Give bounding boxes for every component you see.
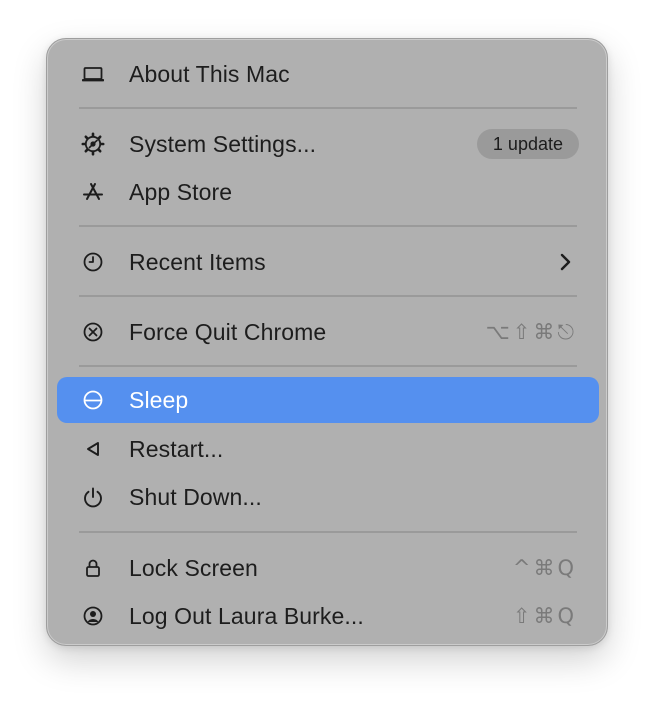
menu-separator [79, 295, 577, 297]
keyboard-shortcut: ^⌘Q [512, 556, 577, 580]
power-icon [81, 485, 105, 509]
menu-item-lock-screen[interactable]: Lock Screen ^⌘Q [57, 545, 599, 591]
menu-item-label: Sleep [129, 387, 189, 413]
menu-item-force-quit[interactable]: Force Quit Chrome ⌥⇧⌘⎋ [57, 309, 599, 355]
menu-item-label: Shut Down... [129, 484, 262, 510]
apple-menu: About This Mac System Settings... 1 upda… [46, 38, 608, 646]
menu-separator [79, 225, 577, 227]
sleep-icon [81, 388, 105, 412]
menu-item-app-store[interactable]: App Store [57, 169, 599, 215]
menu-item-label: Lock Screen [129, 555, 258, 581]
chevron-right-icon [553, 250, 577, 274]
app-store-icon [81, 180, 105, 204]
menu-item-label: Recent Items [129, 249, 266, 275]
menu-item-label: Force Quit Chrome [129, 319, 327, 345]
laptop-icon [81, 62, 105, 86]
keyboard-shortcut: ⌥⇧⌘⎋ [485, 320, 577, 344]
menu-item-label: System Settings... [129, 131, 317, 157]
menu-item-sleep[interactable]: Sleep [57, 377, 599, 423]
menu-item-about-this-mac[interactable]: About This Mac [57, 51, 599, 97]
menu-item-label: App Store [129, 179, 233, 205]
restart-icon [81, 437, 105, 461]
menu-separator [79, 365, 577, 367]
menu-item-recent-items[interactable]: Recent Items [57, 239, 599, 285]
update-badge: 1 update [476, 129, 579, 159]
clock-icon [81, 250, 105, 274]
menu-item-label: Log Out Laura Burke... [129, 603, 364, 629]
menu-item-system-settings[interactable]: System Settings... 1 update [57, 121, 599, 167]
menu-item-log-out[interactable]: Log Out Laura Burke... ⇧⌘Q [57, 593, 599, 639]
lock-icon [81, 556, 105, 580]
menu-separator [79, 531, 577, 533]
gear-icon [81, 132, 105, 156]
menu-item-shut-down[interactable]: Shut Down... [57, 474, 599, 520]
force-quit-icon [81, 320, 105, 344]
keyboard-shortcut: ⇧⌘Q [512, 604, 577, 628]
user-icon [81, 604, 105, 628]
menu-separator [79, 107, 577, 109]
menu-item-restart[interactable]: Restart... [57, 426, 599, 472]
menu-item-label: About This Mac [129, 61, 290, 87]
menu-item-label: Restart... [129, 436, 224, 462]
